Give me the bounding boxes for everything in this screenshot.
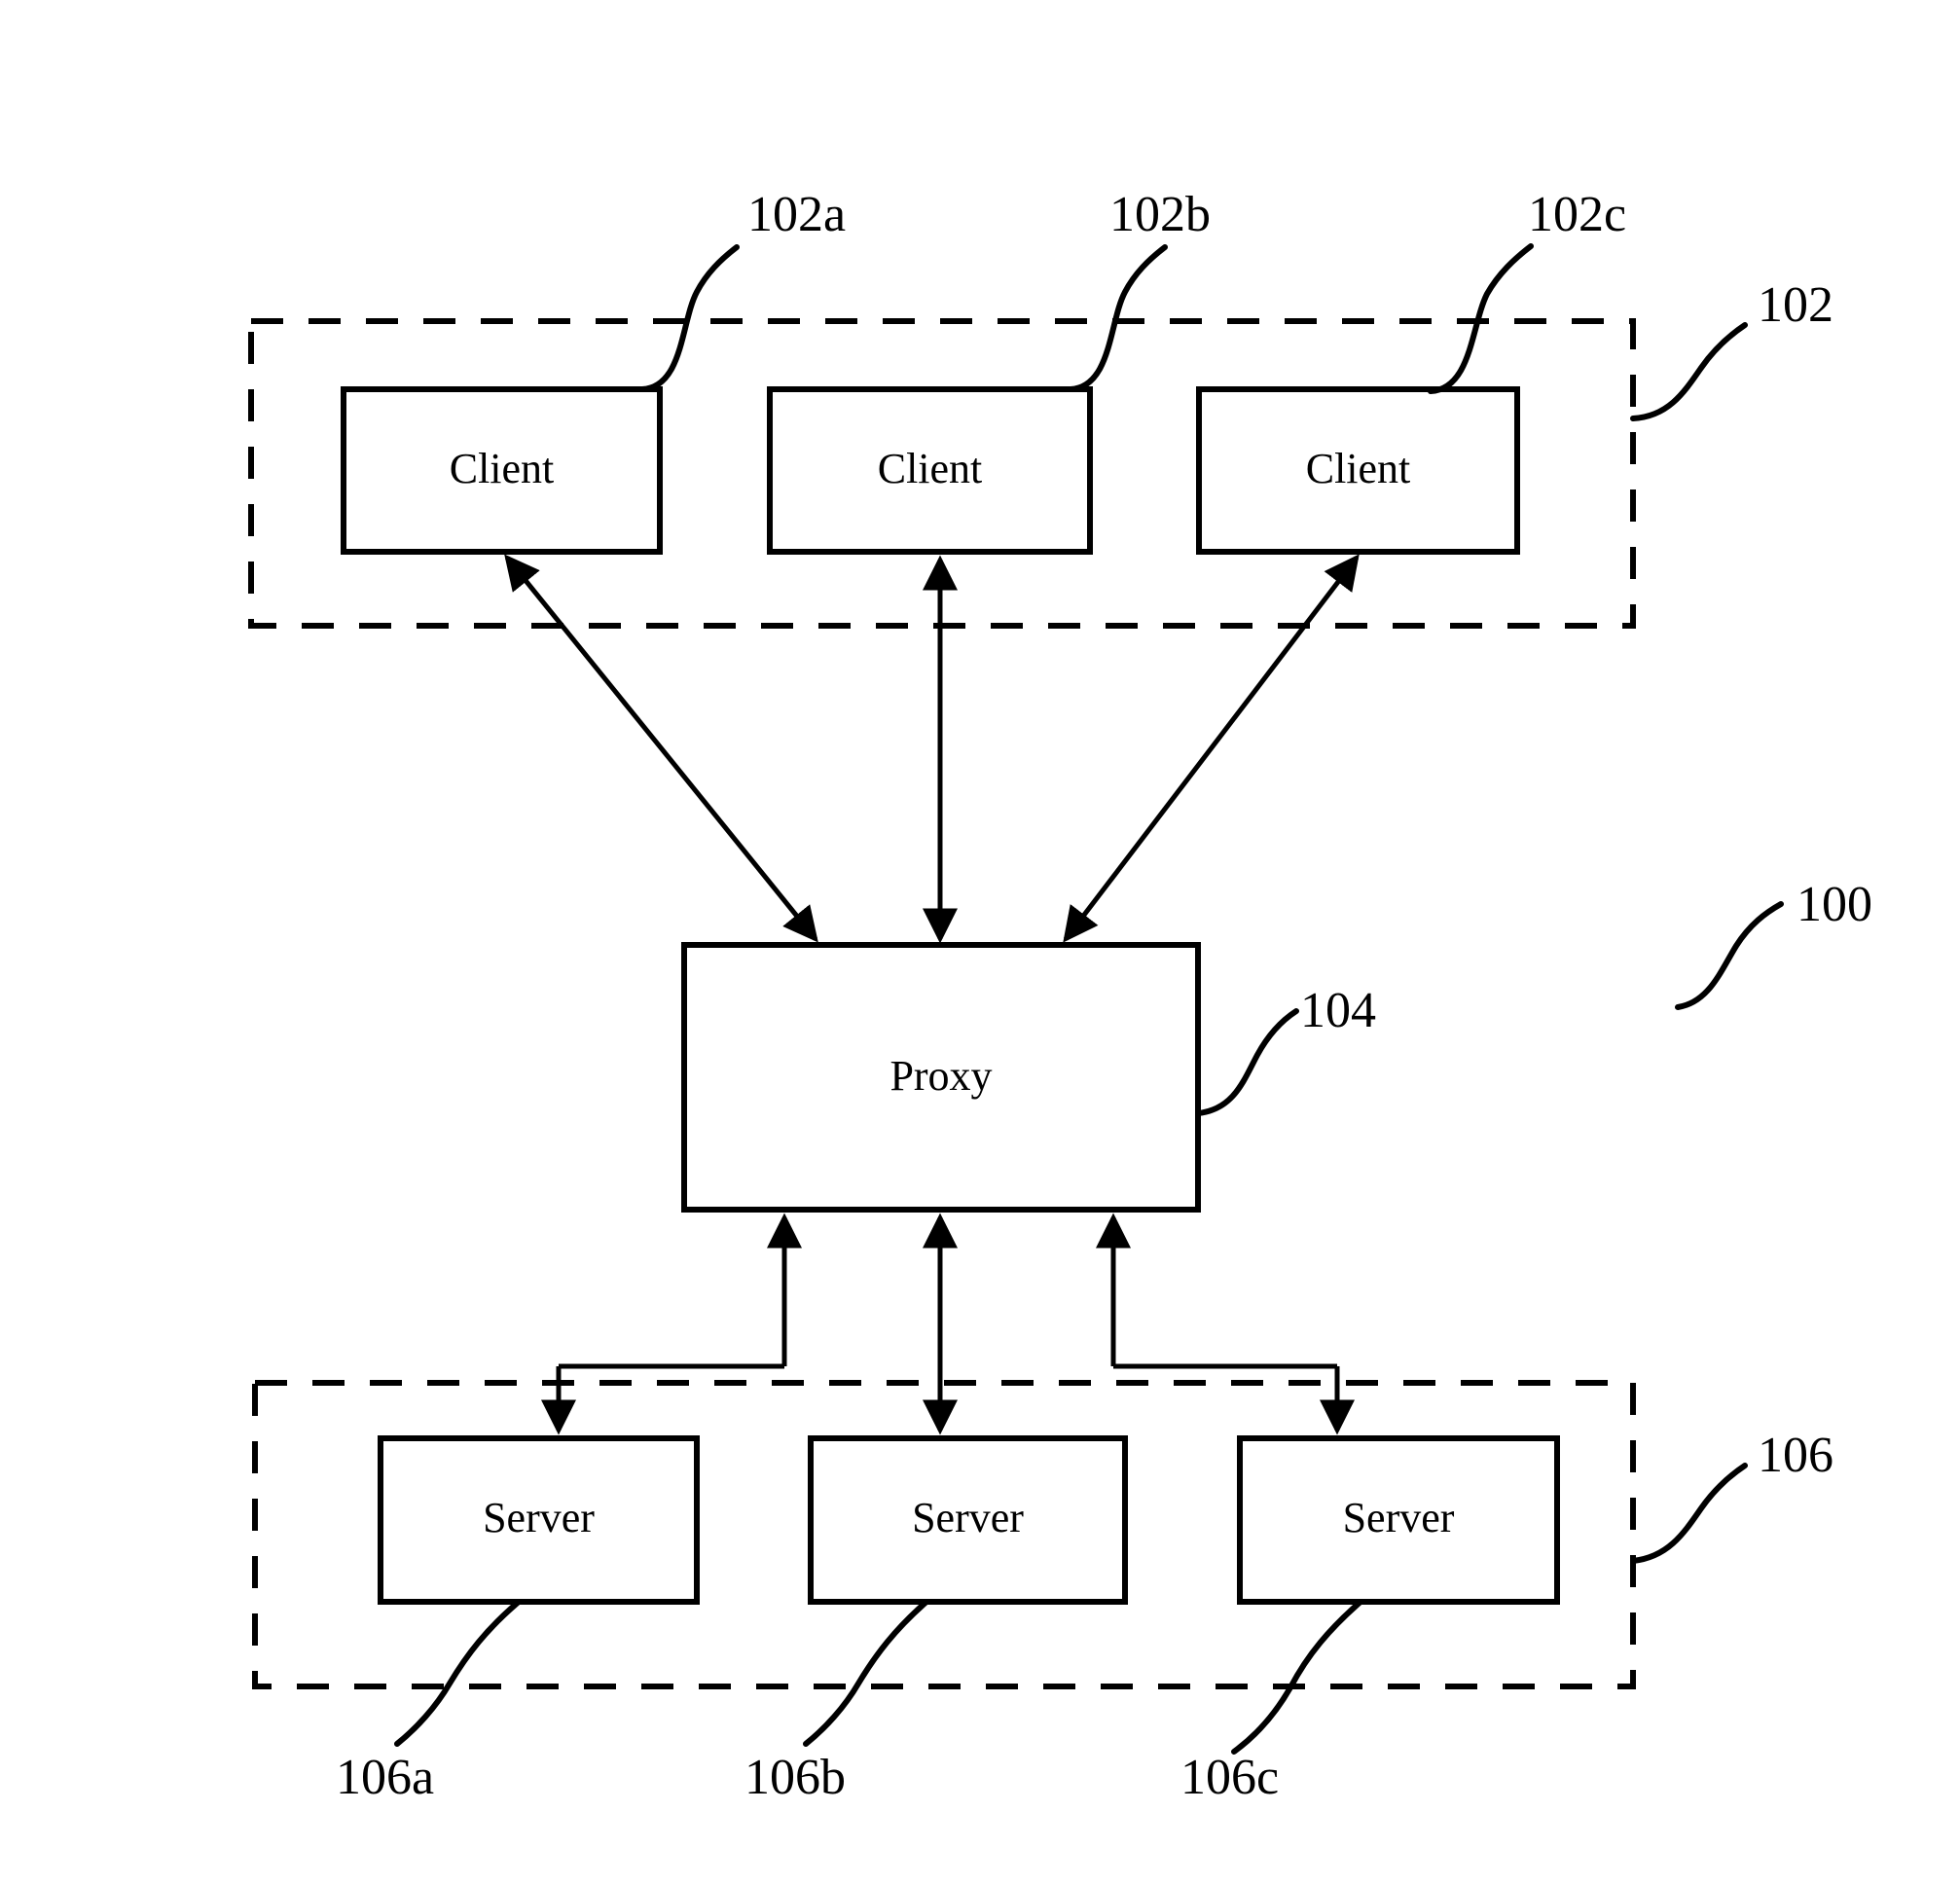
server-a-label: Server <box>483 1494 595 1541</box>
leader-line-106b <box>803 1599 929 1747</box>
connection-client-c-proxy <box>1063 554 1360 943</box>
node-client-b[interactable]: Client <box>767 386 1093 555</box>
reference-numeral-100: 100 <box>1797 877 1872 932</box>
client-b-label: Client <box>878 445 983 492</box>
reference-numeral-106b: 106b <box>744 1750 846 1805</box>
server-c-label: Server <box>1343 1494 1455 1541</box>
proxy-label: Proxy <box>889 1052 992 1100</box>
client-c-label: Client <box>1306 445 1411 492</box>
node-server-b[interactable]: Server <box>808 1435 1128 1605</box>
leader-line-104 <box>1195 1008 1299 1116</box>
node-proxy[interactable]: Proxy <box>681 942 1201 1213</box>
client-a-label: Client <box>450 445 555 492</box>
node-client-c[interactable]: Client <box>1196 386 1520 555</box>
figure-canvas: Client Client Client Proxy Server Server <box>248 187 1872 1805</box>
reference-numeral-102: 102 <box>1758 277 1833 333</box>
node-server-c[interactable]: Server <box>1237 1435 1560 1605</box>
connection-proxy-server-a <box>541 1213 802 1435</box>
reference-numeral-106c: 106c <box>1180 1750 1279 1805</box>
leader-line-106a <box>394 1599 522 1747</box>
reference-numeral-106a: 106a <box>336 1750 434 1805</box>
server-b-label: Server <box>912 1494 1024 1541</box>
patent-figure-root: Client Client Client Proxy Server Server <box>0 0 1960 1884</box>
leader-line-100 <box>1675 901 1784 1010</box>
reference-numeral-106: 106 <box>1758 1428 1833 1483</box>
connection-client-a-proxy <box>504 554 818 943</box>
node-client-a[interactable]: Client <box>341 386 663 555</box>
leader-line-106c <box>1231 1599 1363 1755</box>
reference-numeral-102b: 102b <box>1109 187 1211 242</box>
reference-numeral-102c: 102c <box>1528 187 1626 242</box>
leader-line-102 <box>1630 322 1748 421</box>
reference-numeral-104: 104 <box>1300 983 1376 1038</box>
reference-numeral-102a: 102a <box>747 187 846 242</box>
leader-line-106 <box>1630 1463 1748 1564</box>
node-server-a[interactable]: Server <box>378 1435 700 1605</box>
connection-proxy-server-c <box>1096 1213 1355 1435</box>
